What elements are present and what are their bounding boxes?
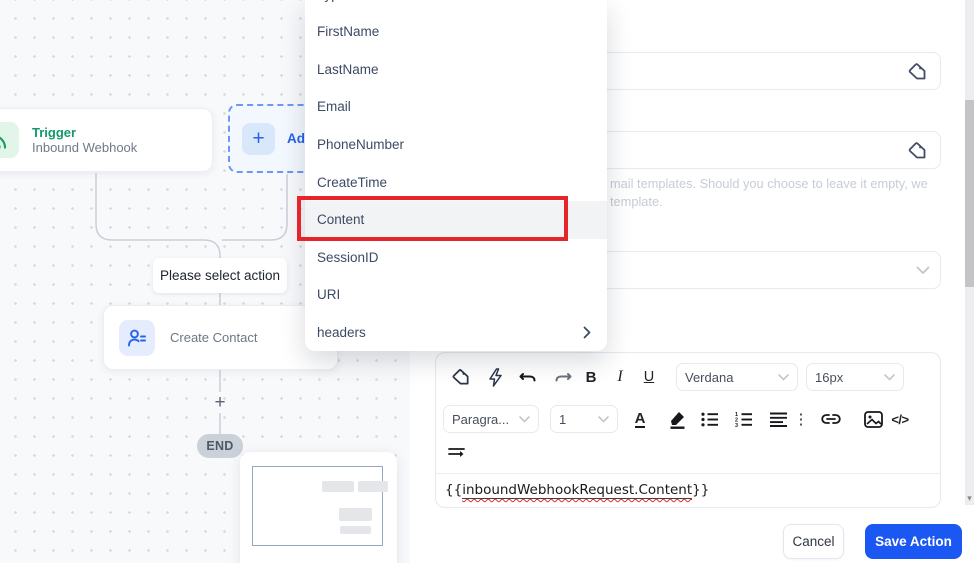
chevron-down-icon [598, 415, 609, 423]
dropdown-item-phonenumber[interactable]: PhoneNumber [305, 126, 607, 164]
redo-icon[interactable] [551, 363, 575, 391]
skeleton-bar [358, 481, 388, 492]
scrollbar-thumb[interactable] [965, 100, 974, 287]
template-braces: }} [692, 482, 710, 498]
numbered-list-icon[interactable]: 123 [732, 405, 756, 433]
line-break-icon[interactable] [444, 439, 468, 467]
chevron-down-icon [916, 266, 930, 275]
font-size-value: 16px [815, 369, 844, 385]
merge-tag-icon[interactable] [907, 140, 928, 161]
create-contact-node[interactable]: Create Contact [103, 305, 338, 370]
contact-person-icon [119, 319, 155, 356]
merge-variable: inboundWebhookRequest.Content [462, 482, 693, 499]
helper-text-line1: mail templates. Should you choose to lea… [610, 176, 928, 191]
highlight-pen-icon[interactable] [665, 405, 689, 433]
rich-text-editor: B I U Verdana 16px Paragra... 1 A 1 2 3 … [435, 352, 941, 508]
template-braces: {{ [445, 482, 463, 498]
italic-button[interactable]: I [609, 363, 631, 391]
bullet-list-icon[interactable] [698, 405, 722, 433]
dropdown-item-email[interactable]: Email [305, 88, 607, 126]
dropdown-item-sessionid[interactable]: SessionID [305, 239, 607, 277]
code-view-icon[interactable]: </> [886, 405, 914, 433]
scrollbar-down-arrow[interactable]: ▾ [965, 492, 974, 504]
dropdown-item-clipped[interactable]: Type [317, 0, 377, 4]
cancel-button[interactable]: Cancel [783, 524, 844, 559]
font-family-select[interactable]: Verdana [676, 363, 798, 391]
paragraph-style-select[interactable]: Paragra... [443, 405, 539, 433]
end-badge: END [197, 434, 243, 458]
skeleton-bar [340, 526, 371, 534]
trigger-node-title: Trigger [32, 124, 77, 140]
chevron-down-icon [884, 373, 895, 381]
skeleton-bar [339, 508, 372, 521]
plus-icon: + [242, 122, 275, 155]
dropdown-item-uri[interactable]: URI [305, 276, 607, 314]
paragraph-style-value: Paragra... [452, 411, 510, 427]
trigger-node-subtitle: Inbound Webhook [32, 139, 138, 155]
font-family-value: Verdana [685, 369, 734, 385]
dropdown-item-headers[interactable]: headers [305, 314, 607, 352]
insert-step-plus-icon[interactable]: + [211, 393, 229, 412]
image-icon[interactable] [860, 405, 886, 433]
lightning-icon[interactable] [483, 363, 507, 391]
preview-thumbnail-card [240, 452, 397, 563]
align-justify-icon[interactable] [766, 405, 790, 433]
chevron-down-icon [519, 415, 530, 423]
bold-button[interactable]: B [580, 363, 602, 391]
editor-content[interactable]: {{inboundWebhookRequest.Content}} [445, 482, 710, 499]
skeleton-bar [322, 481, 354, 492]
webhook-signal-icon [0, 122, 19, 158]
svg-text:3: 3 [735, 423, 738, 427]
merge-field-dropdown: Type FirstName LastName Email PhoneNumbe… [305, 0, 607, 351]
font-color-letter: A [634, 409, 646, 428]
underline-button[interactable]: U [638, 363, 660, 391]
select-action-hint: Please select action [153, 258, 287, 293]
preview-frame [252, 466, 383, 546]
chevron-down-icon [778, 373, 789, 381]
merge-tag-icon[interactable] [449, 363, 473, 391]
workflow-builder-screen: + Add Trigger Inbound Webhook Please sel… [0, 0, 974, 563]
create-contact-label: Create Contact [170, 330, 258, 345]
font-size-select[interactable]: 16px [806, 363, 904, 391]
dropdown-item-lastname[interactable]: LastName [305, 51, 607, 89]
trigger-node[interactable]: Trigger Inbound Webhook [0, 108, 213, 172]
helper-text-line2: template. [610, 194, 663, 209]
chevron-right-icon [583, 326, 591, 339]
editor-divider [436, 473, 940, 474]
undo-icon[interactable] [516, 363, 540, 391]
annotation-highlight-box [297, 196, 568, 241]
line-height-select[interactable]: 1 [550, 405, 618, 433]
line-height-value: 1 [559, 411, 567, 427]
link-icon[interactable] [818, 405, 844, 433]
font-color-button[interactable]: A [629, 405, 651, 433]
panel-scrollbar[interactable] [965, 0, 974, 505]
dropdown-item-firstname[interactable]: FirstName [305, 13, 607, 51]
save-action-button[interactable]: Save Action [865, 524, 962, 559]
more-options-icon[interactable]: ⋮ [794, 405, 809, 433]
merge-tag-icon[interactable] [907, 61, 928, 82]
